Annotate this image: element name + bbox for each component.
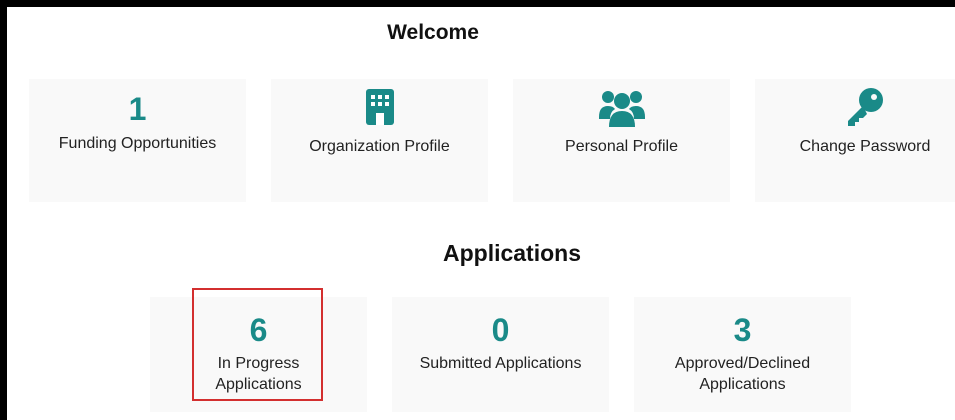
in-progress-label: In Progress Applications: [150, 353, 367, 395]
organization-profile-label: Organization Profile: [309, 138, 450, 155]
in-progress-label-line2: Applications: [215, 376, 302, 393]
key-icon: [755, 85, 955, 129]
dashboard: Welcome 1 Funding Opportunities Organiza…: [7, 7, 955, 420]
in-progress-applications-card[interactable]: 6 In Progress Applications: [150, 297, 367, 412]
welcome-title: Welcome: [387, 21, 479, 44]
funding-opportunities-card[interactable]: 1 Funding Opportunities: [29, 79, 246, 202]
users-icon: [513, 85, 730, 129]
building-icon: [271, 85, 488, 129]
submitted-label: Submitted Applications: [392, 353, 609, 374]
funding-opportunities-count: 1: [128, 91, 147, 127]
applications-title: Applications: [442, 240, 581, 266]
personal-profile-card[interactable]: Personal Profile: [513, 79, 730, 202]
change-password-card[interactable]: Change Password: [755, 79, 955, 202]
approved-declined-label: Approved/Declined Applications: [634, 353, 851, 395]
in-progress-label-line1: In Progress: [217, 355, 300, 372]
approved-declined-applications-card[interactable]: 3 Approved/Declined Applications: [634, 297, 851, 412]
approved-declined-count: 3: [733, 312, 752, 348]
submitted-applications-card[interactable]: 0 Submitted Applications: [392, 297, 609, 412]
organization-profile-card[interactable]: Organization Profile: [271, 79, 488, 202]
submitted-label-line1: Submitted Applications: [419, 355, 582, 372]
submitted-count: 0: [491, 312, 510, 348]
personal-profile-label: Personal Profile: [565, 138, 678, 155]
funding-opportunities-label: Funding Opportunities: [58, 135, 217, 152]
approved-declined-label-line1: Approved/Declined: [674, 355, 811, 372]
change-password-label: Change Password: [799, 138, 931, 155]
in-progress-count: 6: [249, 312, 268, 348]
approved-declined-label-line2: Applications: [699, 376, 786, 393]
